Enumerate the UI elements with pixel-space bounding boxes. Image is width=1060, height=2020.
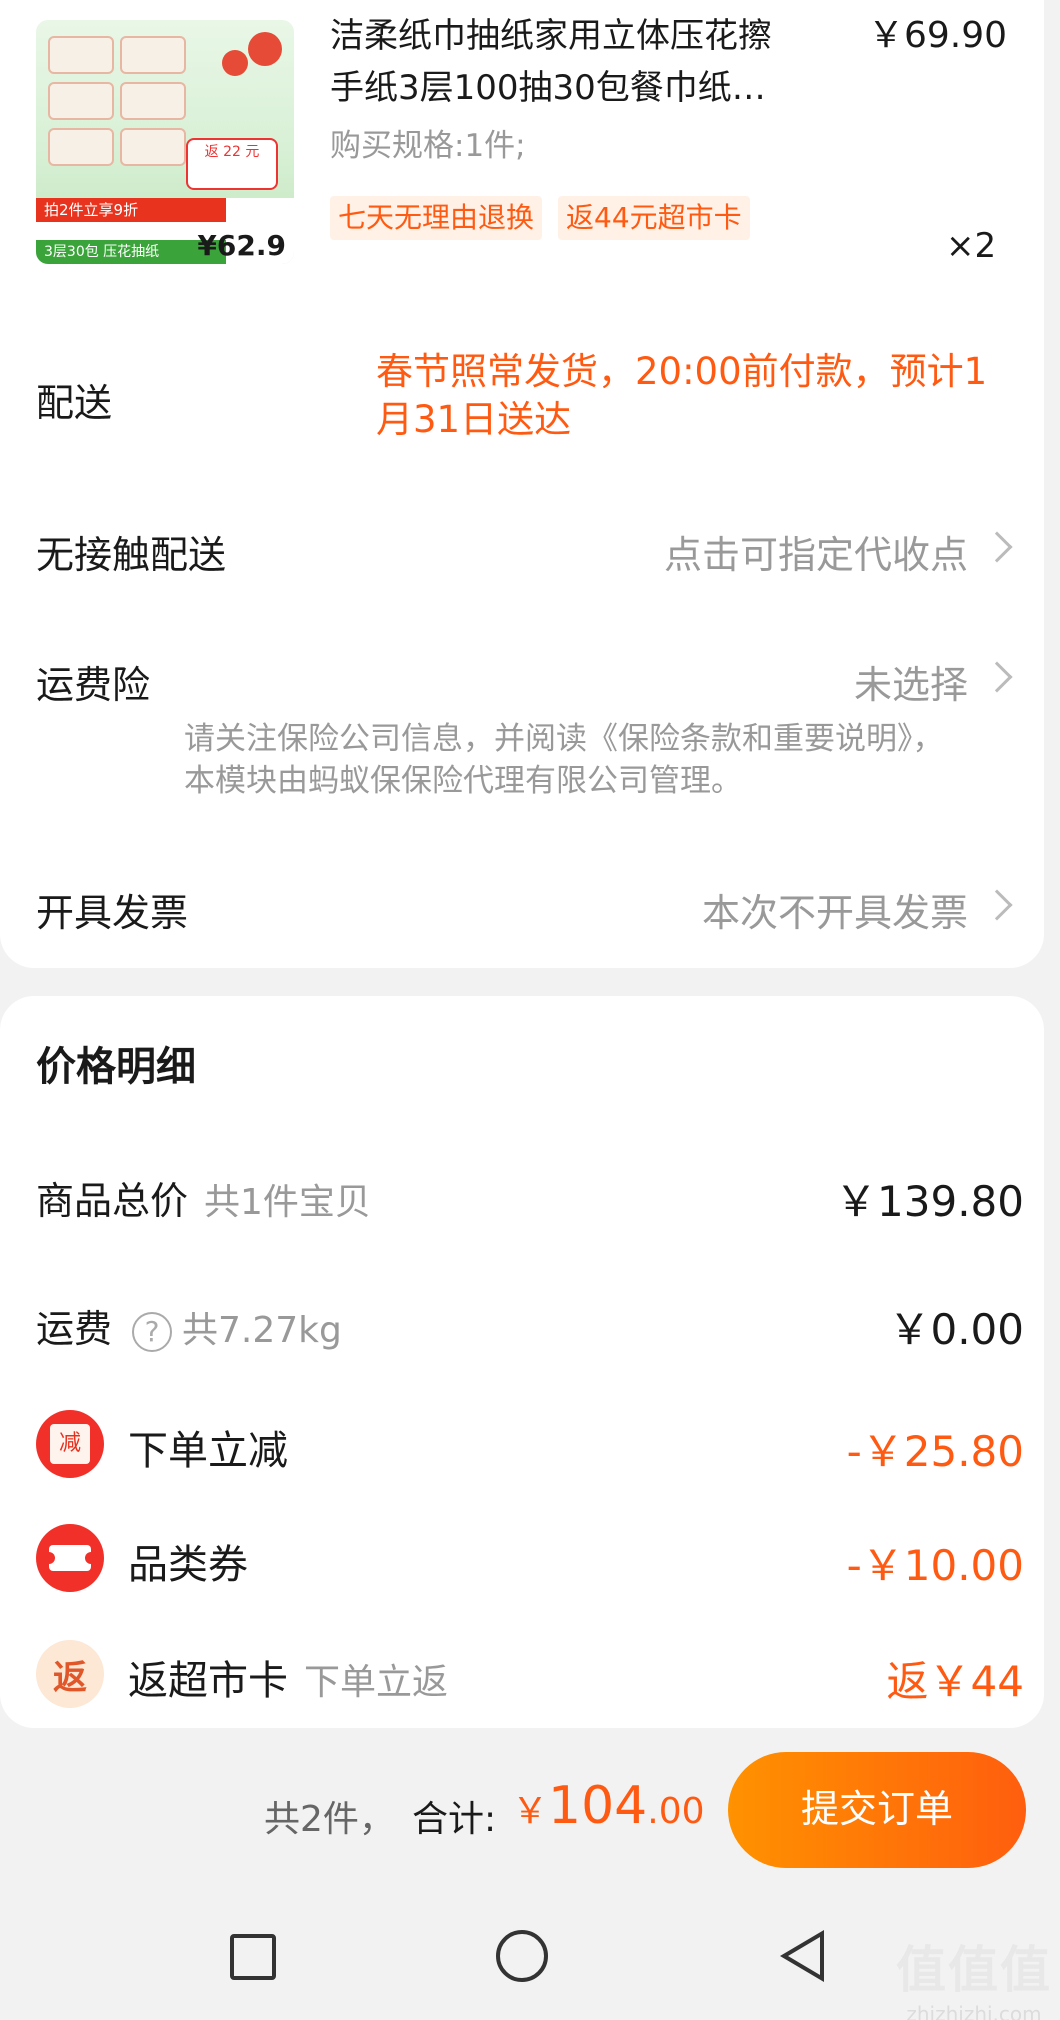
contactless-label: 无接触配送 xyxy=(36,533,227,577)
chevron-right-icon xyxy=(981,531,1013,563)
promo-badge: 返 22 元 xyxy=(186,138,278,190)
tissue-pack-graphic xyxy=(120,128,186,166)
watermark-url: zhizhizhi.com xyxy=(906,2002,1042,2020)
total-amount: ￥104.00 xyxy=(512,1776,705,1836)
thumbnail-price: ¥62.9 xyxy=(197,229,286,262)
chevron-right-icon xyxy=(981,661,1013,693)
shipping-weight: 共7.27kg xyxy=(182,1310,342,1351)
category-coupon-amount: -￥10.00 xyxy=(846,1541,1024,1590)
tissue-pack-graphic xyxy=(120,82,186,120)
price-detail-card xyxy=(0,996,1044,1728)
goods-total-count: 共1件宝贝 xyxy=(204,1182,371,1223)
total-label: 合计: xyxy=(412,1799,497,1840)
contactless-value: 点击可指定代收点 xyxy=(663,533,968,577)
chevron-right-icon xyxy=(981,889,1013,921)
supermarket-card-tag: 返44元超市卡 xyxy=(558,196,750,240)
supermarket-card-amount: 返￥44 xyxy=(886,1657,1024,1706)
thumbnail-promo-text: 拍2件立享9折 xyxy=(36,198,226,222)
watermark-logo: 值值值 xyxy=(896,1941,1052,1999)
supermarket-card-row: 返超市卡 下单立返 xyxy=(128,1648,448,1706)
total-currency: ￥ xyxy=(512,1791,549,1832)
product-spec: 购买规格:1件; xyxy=(330,128,526,164)
tissue-pack-graphic xyxy=(120,36,186,74)
product-title-line2: 手纸3层100抽30包餐巾纸… xyxy=(330,68,766,108)
product-quantity: ×2 xyxy=(946,226,997,266)
category-coupon-label: 品类券 xyxy=(128,1542,248,1588)
instant-discount-icon: 减 xyxy=(36,1410,104,1478)
supermarket-card-label: 返超市卡 xyxy=(128,1658,288,1704)
shipping-fee-amount: ￥0.00 xyxy=(888,1305,1024,1354)
delivery-note: 春节照常发货，20:00前付款，预计1月31日送达 xyxy=(376,350,988,441)
invoice-label: 开具发票 xyxy=(36,891,189,935)
invoice-value: 本次不开具发票 xyxy=(701,891,968,935)
insurance-value: 未选择 xyxy=(853,663,968,707)
tissue-pack-graphic xyxy=(48,82,114,120)
price-detail-title: 价格明细 xyxy=(36,1044,196,1090)
tissue-pack-graphic xyxy=(48,128,114,166)
thumbnail-promo-strip: 拍2件立享9折 3层30包 压花抽纸 ¥62.9 xyxy=(36,198,294,264)
product-price: ￥69.90 xyxy=(868,15,1008,56)
goods-total-amount: ￥139.80 xyxy=(835,1177,1024,1226)
shipping-fee-label: 运费 xyxy=(36,1307,113,1351)
instant-discount-amount: -￥25.80 xyxy=(846,1427,1024,1476)
supermarket-card-sub: 下单立返 xyxy=(304,1662,449,1703)
total-decimal: .00 xyxy=(647,1791,705,1832)
instant-discount-icon-text: 减 xyxy=(50,1424,90,1464)
goods-total-row: 商品总价 共1件宝贝 xyxy=(36,1170,371,1225)
help-icon[interactable]: ? xyxy=(132,1311,173,1352)
home-icon[interactable] xyxy=(496,1930,548,1982)
lantern-icon xyxy=(222,50,248,76)
recent-apps-icon[interactable] xyxy=(230,1934,276,1980)
goods-total-label: 商品总价 xyxy=(36,1179,189,1223)
shipping-fee-row: 运费? 共7.27kg xyxy=(36,1298,342,1353)
lantern-icon xyxy=(248,32,282,66)
product-title[interactable]: 洁柔纸巾抽纸家用立体压花擦 手纸3层100抽30包餐巾纸… xyxy=(330,10,850,114)
cashback-icon: 返 xyxy=(36,1640,104,1708)
instant-discount-label: 下单立减 xyxy=(128,1428,288,1474)
total-integer: 104 xyxy=(548,1776,648,1836)
back-icon[interactable] xyxy=(780,1930,824,1982)
insurance-description: 请关注保险公司信息，并阅读《保险条款和重要说明》，本模块由蚂蚁保保险代理有限公司… xyxy=(184,721,944,799)
order-card: 返 22 元 ace 拍2件立享9折 3层30包 压花抽纸 ¥62.9 洁柔纸巾… xyxy=(0,0,1044,968)
product-title-line1: 洁柔纸巾抽纸家用立体压花擦 xyxy=(330,16,772,56)
tissue-pack-graphic xyxy=(48,36,114,74)
coupon-ticket-icon xyxy=(36,1524,104,1592)
insurance-label: 运费险 xyxy=(36,663,151,707)
return-policy-tag: 七天无理由退换 xyxy=(330,196,543,240)
product-thumbnail[interactable]: 返 22 元 ace 拍2件立享9折 3层30包 压花抽纸 ¥62.9 xyxy=(36,20,294,264)
submit-order-button[interactable]: 提交订单 xyxy=(728,1752,1026,1868)
site-watermark: 值值值 zhizhizhi.com xyxy=(896,1930,1052,2020)
item-count: 共2件， xyxy=(264,1799,395,1840)
delivery-label: 配送 xyxy=(36,381,113,425)
